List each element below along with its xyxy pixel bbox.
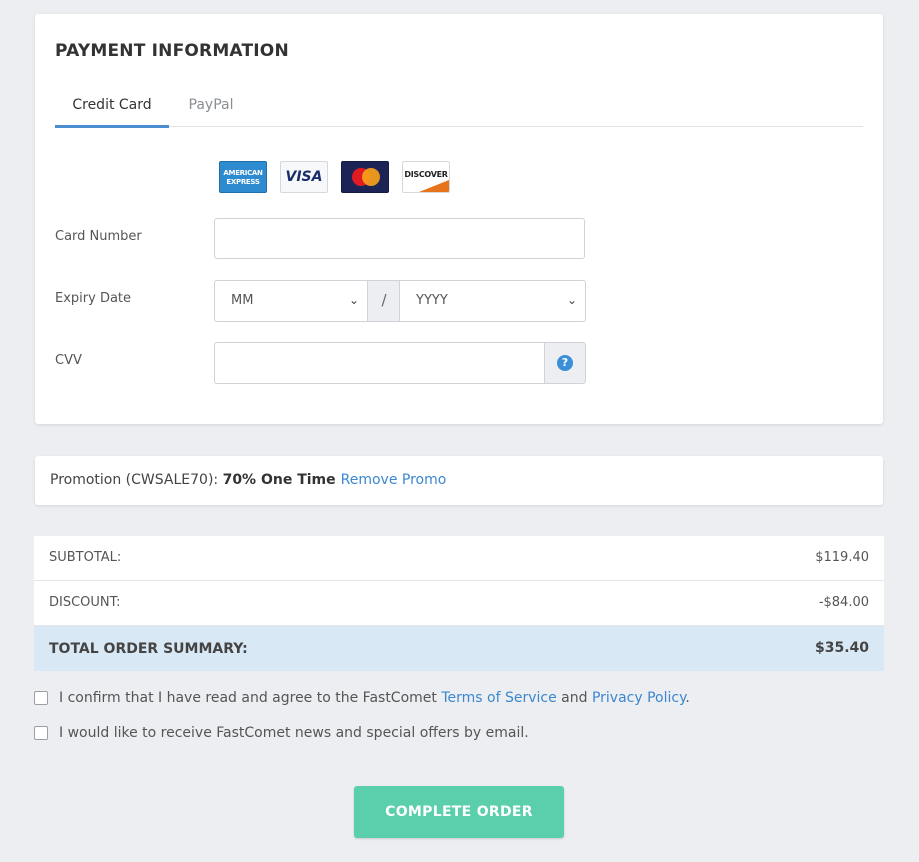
subtotal-row: SUBTOTAL: $119.40 [34,536,884,581]
subtotal-value: $119.40 [815,550,869,565]
discount-row: DISCOUNT: -$84.00 [34,581,884,626]
amex-logo-text-2: EXPRESS [226,178,260,186]
promotion-text: Promotion (CWSALE70): 70% One Time Remove… [50,472,446,488]
remove-promo-link[interactable]: Remove Promo [341,472,447,488]
complete-order-button[interactable]: COMPLETE ORDER [354,786,564,838]
terms-text-mid: and [556,690,592,706]
terms-text: I confirm that I have read and agree to … [59,690,690,706]
discount-value: -$84.00 [818,595,869,610]
expiry-date-group: MM ⌄ / YYYY ⌄ [214,280,586,322]
order-summary-table: SUBTOTAL: $119.40 DISCOUNT: -$84.00 TOTA… [34,536,884,671]
question-circle-icon: ? [557,355,573,371]
promotion-panel: Promotion (CWSALE70): 70% One Time Remove… [35,456,883,505]
visa-logo-text: VISA [285,169,323,185]
promotion-value: 70% One Time [222,472,336,488]
discover-logo-text: DISCOVER [404,170,448,179]
expiry-month-value: MM [231,293,254,308]
total-row: TOTAL ORDER SUMMARY: $35.40 [34,626,884,671]
tab-paypal[interactable]: PayPal [170,92,252,125]
privacy-policy-link[interactable]: Privacy Policy [592,690,685,706]
newsletter-checkbox[interactable] [34,726,48,740]
payment-information-panel: PAYMENT INFORMATION Credit Card PayPal A… [35,14,883,424]
cvv-group: ? [214,342,586,384]
card-number-field[interactable] [214,218,585,259]
visa-logo-icon: VISA [280,161,328,193]
terms-of-service-link[interactable]: Terms of Service [441,690,556,706]
mastercard-logo-icon [341,161,389,193]
discount-label: DISCOUNT: [49,595,121,610]
newsletter-text: I would like to receive FastComet news a… [59,725,529,741]
chevron-down-icon: ⌄ [348,293,359,307]
chevron-down-icon: ⌄ [566,293,577,307]
tab-credit-card[interactable]: Credit Card [55,92,169,128]
expiry-month-select[interactable]: MM ⌄ [214,280,368,322]
card-number-input[interactable] [215,219,584,258]
terms-text-before: I confirm that I have read and agree to … [59,690,442,706]
total-value: $35.40 [814,640,869,656]
payment-tabs: Credit Card PayPal [55,92,863,128]
total-label: TOTAL ORDER SUMMARY: [49,641,248,657]
discover-logo-icon: DISCOVER [402,161,450,193]
payment-title: PAYMENT INFORMATION [55,41,289,61]
terms-text-after: . [685,690,690,706]
expiry-year-select[interactable]: YYYY ⌄ [399,280,586,322]
cvv-field[interactable] [214,342,545,384]
expiry-date-label: Expiry Date [55,291,132,306]
expiry-year-value: YYYY [416,293,448,308]
cvv-input[interactable] [215,343,544,383]
expiry-separator: / [368,280,400,322]
amex-logo-icon: AMERICAN EXPRESS [219,161,267,193]
subtotal-label: SUBTOTAL: [49,550,122,565]
amex-logo-text-1: AMERICAN [223,169,263,177]
card-number-label: Card Number [55,229,142,244]
cvv-help-button[interactable]: ? [544,342,586,384]
terms-checkbox[interactable] [34,691,48,705]
promotion-prefix: Promotion (CWSALE70): [50,472,223,488]
cvv-label: CVV [55,353,82,368]
